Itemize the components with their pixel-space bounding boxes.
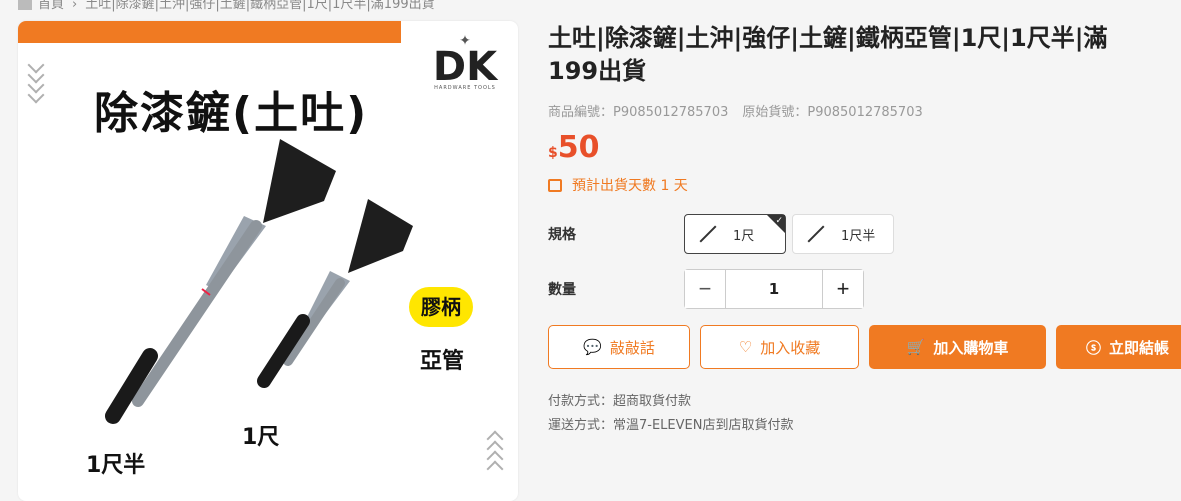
shipping-estimate: 預計出貨天數 1 天: [548, 175, 1181, 195]
currency-symbol: $: [548, 145, 558, 161]
spec-row: 規格 1尺 ✓ 1尺半: [548, 214, 900, 254]
product-title-line2: 199出貨: [548, 57, 647, 85]
quantity-input[interactable]: [725, 270, 823, 308]
cart-icon: 🛒: [906, 338, 926, 356]
delivery-method: 運送方式：常溫7-ELEVEN店到店取貨付款: [548, 418, 794, 433]
shipping-days: 預計出貨天數 1 天: [572, 178, 688, 194]
product-info: 土吐|除漆鏟|土沖|強仔|土鏟|鐵柄亞管|1尺|1尺半|滿 199出貨 商品編號…: [548, 0, 1181, 433]
favorite-label: 加入收藏: [760, 338, 821, 357]
chat-bubble-icon: 💬: [583, 338, 602, 356]
product-code: 商品編號：P9085012785703: [548, 105, 729, 120]
quantity-stepper: − +: [684, 269, 864, 309]
add-to-cart-button[interactable]: 🛒 加入購物車: [869, 325, 1046, 369]
checkout-label: 立即結帳: [1109, 338, 1170, 357]
price-value: 50: [557, 130, 600, 165]
chat-button[interactable]: 💬 敲敲話: [548, 325, 690, 369]
checkout-button[interactable]: ⓢ 立即結帳: [1056, 325, 1181, 369]
product-title-line1: 土吐|除漆鏟|土沖|強仔|土鏟|鐵柄亞管|1尺|1尺半|滿: [548, 24, 1108, 52]
breadcrumb-current: 土吐|除漆鏟|土沖|強仔|土鏟|鐵柄亞管|1尺|1尺半|滿199出貨: [85, 0, 435, 12]
calendar-icon: [548, 178, 562, 192]
price: $50: [548, 130, 1181, 165]
quantity-label: 數量: [548, 282, 576, 298]
product-codes: 商品編號：P9085012785703 原始貨號：P9085012785703: [548, 101, 1181, 120]
increase-button[interactable]: +: [823, 270, 863, 308]
product-image-card[interactable]: ✦ DK HARDWARE TOOLS 除漆鏟(土吐) 膠柄 亞管 1尺 1尺半: [18, 21, 518, 501]
favorite-button[interactable]: ♡ 加入收藏: [700, 325, 859, 369]
chat-label: 敲敲話: [609, 338, 655, 357]
long-size-label: 1尺半: [86, 453, 146, 478]
payment-method: 付款方式：超商取貨付款: [548, 394, 692, 409]
breadcrumb-home[interactable]: 首頁: [38, 0, 64, 12]
breadcrumb-separator: ›: [72, 0, 78, 12]
payment-info: 付款方式：超商取貨付款 運送方式：常溫7-ELEVEN店到店取貨付款: [548, 390, 793, 438]
spec-option-1[interactable]: 1尺 ✓: [684, 214, 786, 254]
product-title: 土吐|除漆鏟|土沖|強仔|土鏟|鐵柄亞管|1尺|1尺半|滿 199出貨: [548, 22, 1181, 88]
dollar-icon: ⓢ: [1086, 338, 1102, 357]
original-code: 原始貨號：P9085012785703: [742, 105, 923, 120]
pipe-label: 亞管: [420, 349, 465, 374]
selected-check-icon: ✓: [767, 215, 785, 233]
short-size-label: 1尺: [242, 425, 280, 450]
spec-option-label: 1尺: [733, 228, 755, 244]
spec-option-label: 1尺半: [841, 228, 876, 244]
quantity-row: 數量 − +: [548, 269, 864, 309]
home-icon[interactable]: [18, 0, 32, 10]
scraper-thumb-icon: [697, 223, 719, 245]
scraper-thumb-icon: [805, 223, 827, 245]
rubber-handle-badge: 膠柄: [409, 287, 473, 327]
decrease-button[interactable]: −: [685, 270, 725, 308]
spec-option-2[interactable]: 1尺半: [792, 214, 894, 254]
action-buttons: 💬 敲敲話 ♡ 加入收藏 🛒 加入購物車 ⓢ 立即結帳: [548, 325, 1181, 369]
heart-icon: ♡: [738, 338, 753, 356]
spec-label: 規格: [548, 227, 576, 243]
breadcrumb: 首頁 › 土吐|除漆鏟|土沖|強仔|土鏟|鐵柄亞管|1尺|1尺半|滿199出貨: [18, 0, 435, 12]
cart-label: 加入購物車: [933, 338, 1009, 357]
